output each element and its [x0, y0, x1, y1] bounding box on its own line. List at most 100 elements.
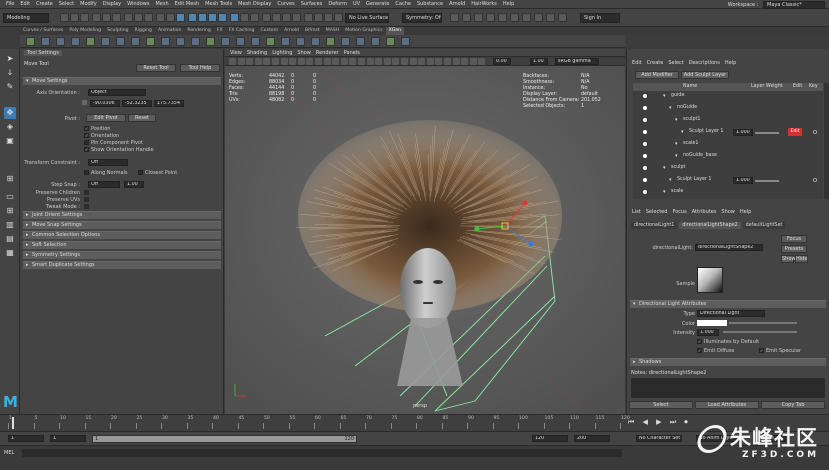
viewport-tool-icon[interactable] — [263, 58, 271, 65]
settings-frame-common-selection-options[interactable]: Common Selection Options — [23, 231, 221, 239]
shelf-tool-icon[interactable] — [251, 37, 260, 46]
shelf-tab-fx-caching[interactable]: FX Caching — [226, 27, 258, 35]
status-tool-icon[interactable] — [230, 13, 239, 22]
render-tool-icon[interactable] — [474, 13, 483, 22]
playback-start-field[interactable]: 1 — [50, 435, 86, 442]
attr-menu-selected[interactable]: Selected — [646, 209, 668, 215]
menu-mesh[interactable]: Mesh — [155, 1, 168, 7]
layer-row[interactable]: ▾ sculpt — [633, 163, 823, 174]
scale-tool-icon[interactable]: ▣ — [4, 135, 16, 147]
shelf-tab-rendering[interactable]: Rendering — [184, 27, 213, 35]
viewport-tool-icon[interactable] — [289, 58, 297, 65]
shelf-tab-curves-surfaces[interactable]: Curves / Surfaces — [20, 27, 66, 35]
menu-modify[interactable]: Modify — [80, 1, 97, 7]
command-input[interactable] — [22, 449, 622, 457]
layer-expander-icon[interactable]: ▾ — [663, 165, 666, 171]
viewport-tool-icon[interactable] — [272, 58, 279, 65]
layout-icon[interactable]: ▥ — [4, 219, 16, 231]
menu-set-dropdown[interactable]: Modeling — [3, 13, 49, 23]
xgen-menu-descriptions[interactable]: Descriptions — [689, 60, 720, 66]
settings-frame-soft-selection[interactable]: Soft Selection — [23, 241, 221, 249]
shelf-tool-icon[interactable] — [161, 37, 170, 46]
menu-select[interactable]: Select — [59, 1, 74, 7]
viewport-tool-icon[interactable] — [452, 58, 460, 65]
layer-scrollbar[interactable] — [824, 83, 829, 199]
step-snap-dropdown[interactable]: Off — [88, 181, 120, 188]
shelf-tool-icon[interactable] — [56, 37, 65, 46]
viewport-tool-icon[interactable] — [315, 58, 322, 65]
graph-layout-icon[interactable]: ▦ — [4, 247, 16, 259]
status-tool-icon[interactable] — [218, 13, 227, 22]
visibility-eye-icon[interactable] — [643, 154, 647, 158]
render-tool-icon[interactable] — [462, 13, 471, 22]
presets-button[interactable]: Presets — [781, 245, 807, 253]
layer-row[interactable]: ▾ noGuide — [633, 103, 823, 114]
paint-select-icon[interactable]: ✎ — [4, 81, 16, 93]
directional-light-frame[interactable]: Directional Light Attributes — [630, 300, 826, 308]
xgen-menu-select[interactable]: Select — [668, 60, 683, 66]
layer-expander-icon[interactable]: ▾ — [663, 189, 666, 195]
attr-menu-help[interactable]: Help — [740, 209, 751, 215]
render-tool-icon[interactable] — [558, 13, 567, 22]
load-attributes-button[interactable]: Load Attributes — [695, 401, 759, 409]
coord-x-field[interactable]: -90.0306 — [90, 100, 120, 107]
menu-mesh-display[interactable]: Mesh Display — [238, 1, 271, 7]
status-tool-icon[interactable] — [156, 13, 165, 22]
shelf-tab-motion-graphics[interactable]: Motion Graphics — [342, 27, 385, 35]
move-settings-frame[interactable]: Move Settings — [23, 77, 221, 85]
status-tool-icon[interactable] — [282, 13, 291, 22]
shelf-tab-sculpting[interactable]: Sculpting — [104, 27, 131, 35]
shelf-tool-icon[interactable] — [206, 37, 215, 46]
reset-pivot-button[interactable]: Reset — [128, 114, 156, 122]
notes-field[interactable] — [631, 378, 825, 398]
menu-curves[interactable]: Curves — [277, 1, 294, 7]
visibility-eye-icon[interactable] — [643, 190, 647, 194]
shelf-tab-poly-modeling[interactable]: Poly Modeling — [66, 27, 104, 35]
axis-orientation-dropdown[interactable]: Object — [88, 89, 146, 96]
render-tool-icon[interactable] — [534, 13, 543, 22]
visibility-eye-icon[interactable] — [643, 106, 647, 110]
head-mesh[interactable] — [400, 248, 456, 328]
status-tool-icon[interactable] — [262, 13, 271, 22]
menu-edit-mesh[interactable]: Edit Mesh — [175, 1, 199, 7]
closest-point-radio[interactable]: Closest Point — [138, 170, 177, 176]
render-tool-icon[interactable] — [498, 13, 507, 22]
status-tool-icon[interactable] — [70, 13, 79, 22]
render-tool-icon[interactable] — [546, 13, 555, 22]
transform-constraint-dropdown[interactable]: Off — [88, 159, 128, 166]
menu-uv[interactable]: UV — [353, 1, 360, 7]
show-manipulator-icon[interactable]: ⊞ — [4, 173, 16, 185]
focus-button[interactable]: Focus — [781, 235, 807, 243]
exposure-field[interactable]: 0.00 — [493, 58, 511, 65]
shelf-tool-icon[interactable] — [41, 37, 50, 46]
viewport-tool-icon[interactable] — [297, 58, 305, 65]
layer-weight-slider[interactable] — [755, 180, 779, 182]
status-tool-icon[interactable] — [208, 13, 217, 22]
colorspace-dropdown[interactable]: sRGB gamma — [555, 58, 599, 65]
shelf-tool-icon[interactable] — [71, 37, 80, 46]
render-tool-icon[interactable] — [522, 13, 531, 22]
menu-create[interactable]: Create — [36, 1, 53, 7]
layer-row[interactable]: ▾ scale1 — [633, 139, 823, 150]
live-surface-field[interactable]: No Live Surface — [345, 13, 389, 23]
viewport-tool-icon[interactable] — [392, 58, 400, 65]
shelf-tool-icon[interactable] — [191, 37, 200, 46]
status-tool-icon[interactable] — [188, 13, 197, 22]
tool-settings-tab[interactable]: Tool Settings — [24, 50, 62, 56]
pivot-check-position[interactable]: ✓ Position — [84, 126, 110, 132]
xgen-menu-help[interactable]: Help — [725, 60, 736, 66]
reset-tool-button[interactable]: Reset Tool — [136, 64, 176, 72]
shelf-tool-icon[interactable] — [281, 37, 290, 46]
viewport-tool-icon[interactable] — [409, 58, 417, 65]
layer-expander-icon[interactable]: ▾ — [675, 117, 678, 123]
illuminates-default-checkbox[interactable]: ✓ Illuminates by Default — [697, 339, 759, 345]
pivot-check-pin-component-pivot[interactable]: Pin Component Pivot — [84, 140, 143, 146]
layer-row[interactable]: ▾ Sculpt Layer 1 1.000 Edit — [633, 127, 823, 138]
move-tool-icon[interactable]: ✥ — [4, 107, 16, 119]
shelf-tool-icon[interactable] — [371, 37, 380, 46]
viewport-tool-icon[interactable] — [332, 58, 340, 65]
status-tool-icon[interactable] — [198, 13, 207, 22]
shelf-tool-icon[interactable] — [101, 37, 110, 46]
menu-hairworks[interactable]: HairWorks — [471, 1, 497, 7]
visibility-eye-icon[interactable] — [643, 130, 647, 134]
